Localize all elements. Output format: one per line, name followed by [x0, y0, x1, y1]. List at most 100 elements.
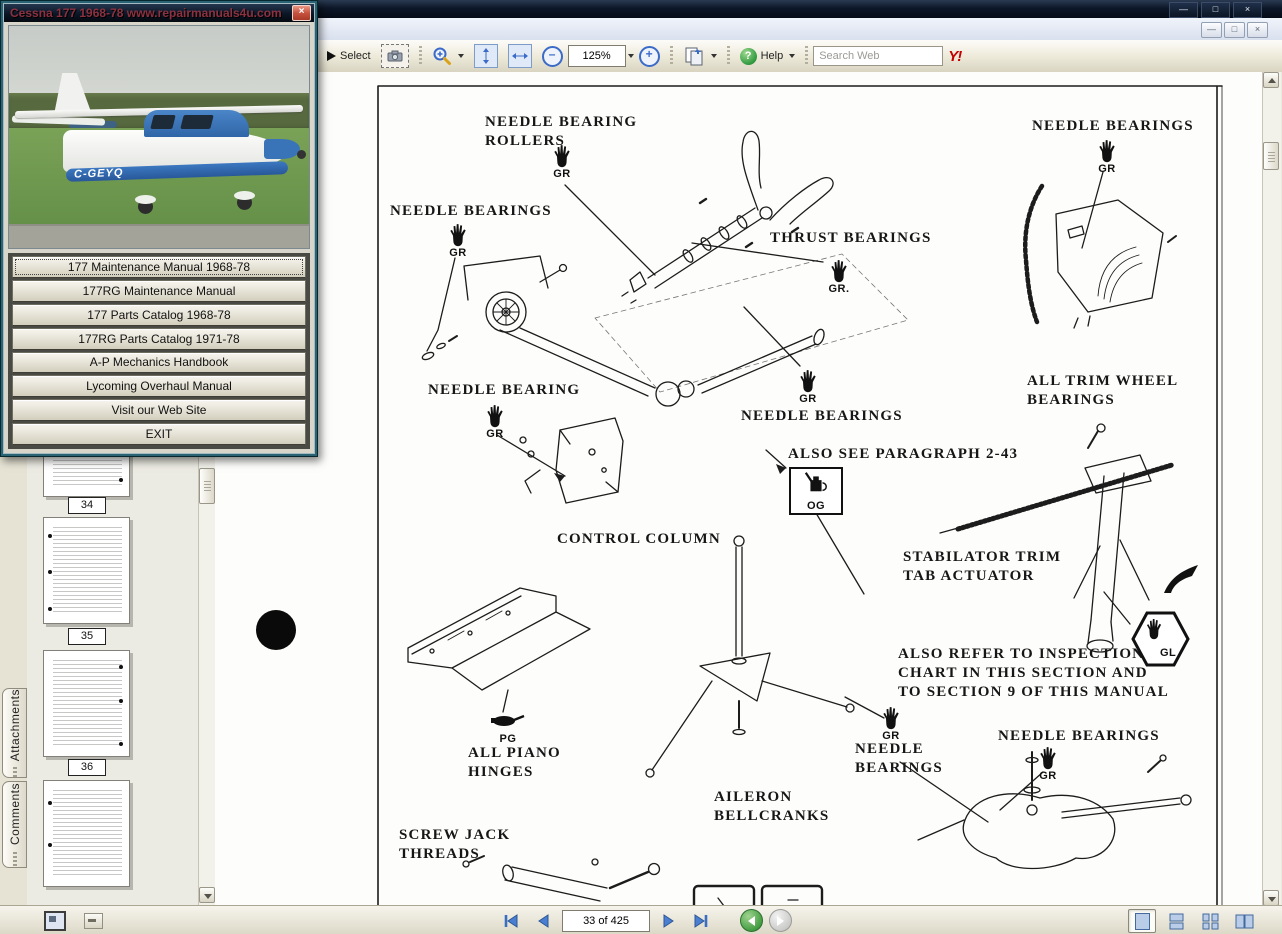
registration-text: C-GEYQ — [73, 166, 124, 181]
popup-titlebar[interactable]: Cessna 177 1968-78 www.repairmanuals4u.c… — [4, 4, 314, 22]
menu-button-177-maintenance[interactable]: 177 Maintenance Manual 1968-78 — [12, 256, 306, 278]
zoom-level-input[interactable] — [567, 45, 626, 67]
menu-button-website[interactable]: Visit our Web Site — [12, 399, 306, 422]
page-display-button[interactable] — [678, 43, 722, 69]
restore-icon[interactable]: □ — [1201, 2, 1230, 18]
hand-icon — [484, 403, 506, 428]
last-page-button[interactable] — [688, 910, 714, 932]
select-tool-button[interactable]: Select — [322, 43, 376, 69]
oil-symbol-box: OG — [789, 467, 843, 515]
diagram-label: SCREW JACK THREADS — [399, 827, 511, 862]
page-number-label[interactable]: 36 — [68, 759, 106, 776]
hand-icon — [1037, 745, 1059, 770]
diagram-label: NEEDLE BEARINGS — [998, 728, 1160, 744]
menu-button-177-parts[interactable]: 177 Parts Catalog 1968-78 — [12, 303, 306, 326]
zoom-in-button[interactable]: + — [634, 43, 665, 69]
single-page-view-button[interactable] — [1128, 909, 1156, 933]
chevron-down-icon[interactable] — [710, 54, 717, 58]
diagram-label: ALSO REFER TO INSPECTION CHART IN THIS S… — [898, 646, 1169, 700]
first-page-button[interactable] — [498, 910, 524, 932]
continuous-view-button[interactable] — [1162, 909, 1190, 933]
oil-can-icon — [491, 714, 525, 726]
continuous-facing-icon — [1202, 913, 1218, 929]
fit-width-icon — [507, 44, 532, 68]
snapshot-tool-button[interactable] — [376, 43, 414, 69]
menu-button-177rg-maintenance[interactable]: 177RG Maintenance Manual — [12, 279, 306, 302]
close-icon[interactable]: × — [292, 5, 311, 21]
search-web-input[interactable] — [813, 46, 944, 66]
zoom-out-button[interactable]: – — [537, 43, 568, 69]
yahoo-icon: Y! — [948, 47, 962, 65]
last-page-icon — [694, 913, 708, 928]
zoom-tool-button[interactable] — [427, 43, 469, 69]
next-view-button[interactable] — [769, 909, 792, 932]
grease-hex-symbol: GL — [1130, 611, 1190, 667]
tab-attachments-label: Attachments — [7, 689, 22, 762]
application-window: — □ × — □ × Select – 125% + ? Help Searc… — [0, 0, 1282, 934]
oil-can-icon — [804, 472, 827, 492]
page-thumbnail-36[interactable] — [43, 650, 130, 757]
menu-button-lycoming-overhaul[interactable]: Lycoming Overhaul Manual — [12, 375, 306, 398]
forward-arrow-icon — [777, 915, 784, 926]
previous-view-button[interactable] — [740, 909, 763, 932]
document-pane: NEEDLE BEARING ROLLERS NEEDLE BEARINGS T… — [215, 72, 1262, 906]
diagram-label: ALL PIANO HINGES — [468, 745, 561, 780]
next-page-button[interactable] — [656, 910, 682, 932]
cursor-arrow-icon — [327, 51, 336, 61]
diagram-label: NEEDLE BEARINGS — [390, 203, 552, 219]
diagram-label: THRUST BEARINGS — [770, 230, 932, 246]
scroll-down-icon[interactable] — [1263, 890, 1279, 906]
diagram-label: AILERON BELLCRANKS — [714, 789, 830, 824]
doc-close-icon[interactable]: × — [1247, 22, 1268, 38]
document-scrollbar[interactable] — [1262, 72, 1281, 906]
tab-grip — [12, 767, 17, 777]
help-button[interactable]: ? Help — [735, 43, 801, 69]
doc-restore-icon[interactable]: □ — [1224, 22, 1245, 38]
yahoo-button[interactable]: Y! — [943, 43, 966, 69]
page-number-label[interactable]: 35 — [68, 628, 106, 645]
status-bar — [0, 905, 1282, 934]
help-label: Help — [760, 50, 784, 62]
zoom-in-icon: + — [638, 45, 660, 67]
page-thumbnail-35[interactable] — [43, 517, 130, 624]
chevron-down-icon[interactable] — [789, 54, 796, 58]
facing-view-button[interactable] — [1230, 909, 1258, 933]
screen-mode-icon[interactable] — [44, 911, 66, 931]
previous-page-button[interactable] — [530, 910, 556, 932]
zoom-chevron-down-icon[interactable] — [627, 54, 634, 58]
page-thumbnail-37[interactable] — [43, 780, 130, 887]
menu-button-177rg-parts[interactable]: 177RG Parts Catalog 1971-78 — [12, 327, 306, 350]
scroll-down-icon[interactable] — [199, 887, 215, 903]
fit-height-button[interactable] — [469, 43, 503, 69]
scrollbar-thumb[interactable] — [1263, 142, 1279, 170]
launcher-popup: Cessna 177 1968-78 www.repairmanuals4u.c… — [0, 0, 318, 457]
minimize-icon[interactable]: — — [1169, 2, 1198, 18]
fit-height-icon — [473, 44, 498, 68]
scrollbar-thumb[interactable] — [199, 468, 215, 504]
tab-attachments[interactable]: Attachments — [2, 688, 27, 778]
tarmac — [9, 223, 309, 248]
menu-button-exit[interactable]: EXIT — [12, 423, 306, 445]
close-icon[interactable]: × — [1233, 2, 1262, 18]
pages-icon — [685, 47, 703, 66]
window-mode-icon[interactable] — [84, 913, 103, 929]
page-number-label[interactable]: 34 — [68, 497, 106, 514]
doc-minimize-icon[interactable]: — — [1201, 22, 1222, 38]
grease-hand-marker: GR — [482, 403, 508, 440]
previous-page-icon — [538, 913, 549, 928]
fit-width-button[interactable] — [503, 43, 537, 69]
tab-grip — [12, 851, 17, 866]
tab-comments[interactable]: Comments — [2, 781, 27, 868]
chevron-down-icon[interactable] — [457, 54, 464, 58]
zoom-out-icon: – — [541, 45, 563, 67]
scroll-up-icon[interactable] — [1263, 72, 1279, 88]
main-wheel — [234, 190, 255, 210]
toolbar-grip — [726, 46, 730, 66]
page-number-input[interactable] — [562, 909, 650, 932]
page-navigation — [498, 909, 792, 932]
next-page-icon — [663, 913, 674, 928]
hand-icon — [880, 705, 902, 730]
grease-hand-marker: GR — [878, 705, 904, 742]
menu-button-ap-handbook[interactable]: A-P Mechanics Handbook — [12, 351, 306, 374]
continuous-facing-view-button[interactable] — [1196, 909, 1224, 933]
